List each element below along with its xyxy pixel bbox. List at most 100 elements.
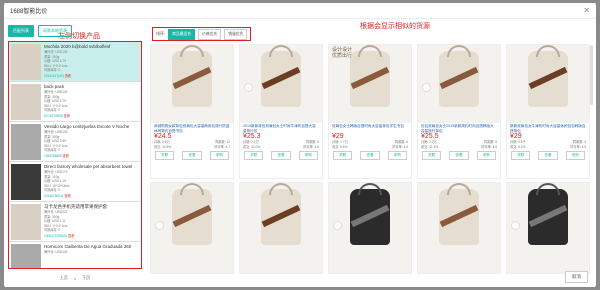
product-image[interactable] [329, 183, 411, 273]
list-item-sku: 10346730041 查看 [44, 193, 139, 198]
card-action-button[interactable]: 关联 [511, 151, 531, 160]
product-image[interactable] [151, 45, 233, 123]
product-card[interactable]: 设计设计 优质出行 双肩包女士韩版百搭时尚大容量背包学生书包 ¥29 月销: 1.7万… [328, 44, 412, 179]
product-title[interactable]: 双肩包女士韩版百搭时尚大容量背包学生书包 [329, 123, 411, 133]
close-icon[interactable]: ✕ [583, 6, 590, 15]
product-title[interactable]: 新款双肩包女牛津布时尚大容量休闲包包韩版百搭背包 [507, 123, 589, 133]
bag-strap [269, 183, 293, 195]
product-card[interactable] [328, 182, 412, 274]
card-action-button[interactable]: 关联 [333, 151, 353, 160]
card-action-button[interactable]: 采购 [298, 151, 318, 160]
list-item-info: Mochila 2020 b@bold svb/boflesf 海外仓: USD1… [44, 44, 139, 79]
product-card[interactable] [150, 182, 234, 274]
card-action-button[interactable]: 采购 [209, 151, 229, 160]
tab-match-list[interactable]: 匹配列表 [8, 25, 34, 37]
card-action-button[interactable]: 采购 [565, 151, 585, 160]
product-card[interactable]: 包包双肩包女士2019新款简约时尚百搭韩版大容量旅行背包 ¥25.5 月销: 1.2… [417, 44, 501, 179]
bag-band [261, 204, 301, 228]
bag-band [350, 66, 390, 90]
compare-modal: 1688智能比价 ✕ 左侧切换产品 根据会显示相似的货源 匹配列表 同款本地资源 … [4, 3, 596, 287]
bag-strap [358, 45, 382, 57]
meta-item: 成交: 9.6% [332, 144, 348, 149]
product-title[interactable]: 商城购物女款背包双肩包大容量两用包旅行防盗休闲简约百搭书包 [151, 123, 233, 133]
sort-option[interactable]: 价格优先 [198, 28, 222, 40]
product-image[interactable]: 设计设计 优质出行 [329, 45, 411, 123]
view-link[interactable]: 查看 [68, 234, 74, 238]
results-grid: 商城购物女款背包双肩包大容量两用包旅行防盗休闲简约百搭书包 ¥24.5 月销: 3.… [150, 44, 594, 274]
sku-value: 10461617(40) [44, 73, 64, 78]
list-item[interactable]: Mochila 2020 b@bold svb/boflesf 海外仓: USD1… [9, 42, 141, 82]
view-link[interactable]: 查看 [64, 114, 70, 118]
product-card[interactable]: 商城购物女款背包双肩包大容量两用包旅行防盗休闲简约百搭书包 ¥24.5 月销: 3.… [150, 44, 234, 179]
product-card[interactable] [417, 182, 501, 274]
card-action-button[interactable]: 采购 [387, 151, 407, 160]
product-meta: 成交: 10.8% 好评率: 4.7 [151, 145, 233, 150]
bag-strap [447, 183, 471, 195]
card-action-button[interactable]: 查看 [271, 151, 291, 160]
view-link[interactable]: 查看 [64, 194, 70, 198]
card-action-button[interactable]: 查看 [182, 151, 202, 160]
pager-item[interactable]: 下页 [82, 275, 90, 281]
list-item[interactable]: back pack 海外仓: USD143 重量: 300g 价格: USD 3.79… [9, 82, 141, 122]
bag-strap [180, 183, 204, 195]
product-price: ¥29 [510, 133, 522, 140]
card-actions: 关联 查看 采购 [151, 151, 233, 160]
product-card[interactable]: 2019新款背包双肩包女士时尚牛津布百搭大容量旅行包 ¥25.3 月销: 2.1万同… [239, 44, 323, 179]
product-price: ¥25.3 [243, 133, 261, 140]
card-action-button[interactable]: 查看 [360, 151, 380, 160]
list-item-sku: 1005472295100 查看 [44, 233, 139, 238]
list-item[interactable]: 马卡龙色手机壳适用苹果保护套 海外仓: USD221 重量: 300g 价格: USD… [9, 202, 141, 242]
list-item-info: Direct factory wholesale pet absorbent t… [44, 164, 139, 199]
bag-strap [358, 183, 382, 195]
product-card[interactable] [506, 182, 590, 274]
pager-item[interactable]: 1 [74, 276, 76, 281]
backpack-image [350, 45, 390, 107]
list-item-sku: 1053256898 查看 [44, 153, 139, 158]
product-thumbnail [11, 44, 41, 80]
bag-band [261, 66, 301, 90]
backpack-image [261, 183, 301, 245]
view-link[interactable]: 查看 [65, 74, 71, 78]
sort-option[interactable]: 销量优先 [224, 28, 248, 40]
meta-item: 好评率: 4.8 [481, 144, 497, 149]
card-actions: 关联 查看 采购 [329, 151, 411, 160]
card-action-button[interactable]: 关联 [244, 151, 264, 160]
sort-option[interactable]: 商品最适合 [168, 28, 196, 40]
product-image[interactable] [240, 183, 322, 273]
meta-item: 好评率: 4.8 [303, 144, 319, 149]
pompom-charm [155, 221, 164, 230]
list-item[interactable]: Hornicom Gaiberita De Agua Graduada 360 海… [9, 242, 141, 268]
card-action-button[interactable]: 采购 [476, 151, 496, 160]
bag-band [528, 204, 568, 228]
product-title[interactable]: 2019新款背包双肩包女士时尚牛津布百搭大容量旅行包 [240, 123, 322, 133]
cancel-button[interactable]: 取消 [565, 271, 588, 283]
backpack-image [528, 183, 568, 245]
product-image[interactable] [507, 45, 589, 123]
product-title[interactable]: 包包双肩包女士2019新款简约时尚百搭韩版大容量旅行背包 [418, 123, 500, 133]
list-item[interactable]: Direct factory wholesale pet absorbent t… [9, 162, 141, 202]
product-image[interactable] [418, 45, 500, 123]
pompom-charm [333, 221, 342, 230]
product-image[interactable] [507, 183, 589, 273]
list-item-meta: 海外仓: USD143 [44, 250, 68, 254]
list-item[interactable]: Vestido Largo Lentejuelas Escote V Noche… [9, 122, 141, 162]
card-action-button[interactable]: 查看 [449, 151, 469, 160]
bag-band [350, 204, 390, 228]
product-card[interactable] [239, 182, 323, 274]
backpack-image [439, 183, 479, 245]
product-card[interactable]: 新款双肩包女牛津布时尚大容量休闲包包韩版百搭背包 ¥29 月销: 9.8千 同款数: … [506, 44, 590, 179]
meta-item: 好评率: 4.7 [214, 144, 230, 149]
scrollbar[interactable] [590, 45, 593, 105]
tab-local-source[interactable]: 同款本地资源 [38, 25, 72, 37]
product-image[interactable] [418, 183, 500, 273]
product-image[interactable] [151, 183, 233, 273]
product-meta: 成交: 8.2% 好评率: 4.5 [507, 145, 589, 150]
card-action-button[interactable]: 查看 [538, 151, 558, 160]
product-thumbnail [11, 124, 41, 160]
bag-band [172, 204, 212, 228]
card-action-button[interactable]: 关联 [422, 151, 442, 160]
pager-item[interactable]: 上页 [60, 275, 68, 281]
card-action-button[interactable]: 关联 [155, 151, 175, 160]
view-link[interactable]: 查看 [63, 154, 69, 158]
product-image[interactable] [240, 45, 322, 123]
